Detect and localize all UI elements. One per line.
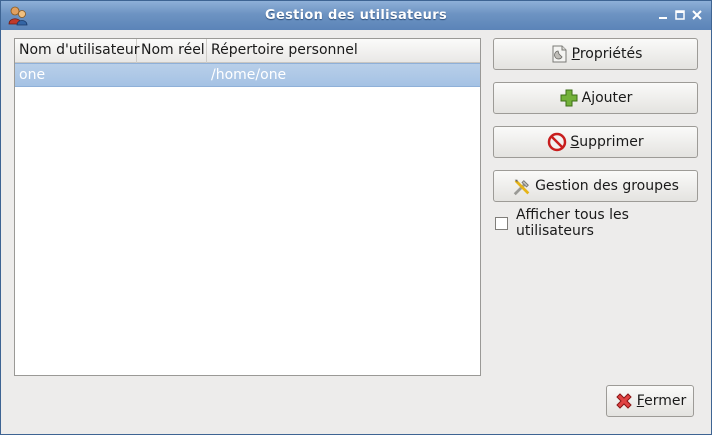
manage-groups-button[interactable]: Gestion des groupes — [493, 170, 698, 202]
groups-tools-icon — [512, 176, 532, 196]
dialog-body: Nom d'utilisateur Nom réel Répertoire pe… — [1, 30, 711, 434]
column-header-realname[interactable]: Nom réel — [137, 39, 207, 63]
add-label: Ajouter — [581, 90, 633, 106]
delete-label: Supprimer — [570, 134, 644, 150]
maximize-icon[interactable] — [674, 9, 686, 21]
add-icon — [559, 88, 579, 108]
cell-realname — [137, 64, 207, 86]
properties-label: Propriétés — [571, 46, 643, 62]
show-all-users-label: Afficher tous les utilisateurs — [515, 207, 629, 239]
close-label: Fermer — [636, 393, 687, 409]
properties-button[interactable]: Propriétés — [493, 38, 698, 70]
window-title: Gestion des utilisateurs — [265, 8, 447, 23]
title-bar[interactable]: Gestion des utilisateurs — [1, 1, 711, 30]
cell-username: one — [19, 67, 46, 83]
users-window: Gestion des utilisateurs Nom d'utilisate… — [0, 0, 712, 435]
column-header-home[interactable]: Répertoire personnel — [207, 39, 480, 63]
table-row[interactable]: one /home/one — [15, 63, 480, 87]
properties-icon — [549, 44, 569, 64]
minimize-icon[interactable] — [657, 9, 669, 21]
delete-button[interactable]: Supprimer — [493, 126, 698, 158]
close-icon[interactable] — [691, 9, 703, 21]
show-all-users-checkbox[interactable] — [495, 216, 508, 230]
manage-groups-label: Gestion des groupes — [535, 178, 679, 194]
delete-icon — [547, 132, 567, 152]
users-list[interactable]: Nom d'utilisateur Nom réel Répertoire pe… — [14, 38, 481, 376]
show-all-users-toggle[interactable]: Afficher tous les utilisateurs — [495, 207, 711, 239]
column-header-username[interactable]: Nom d'utilisateur — [15, 39, 140, 63]
list-header: Nom d'utilisateur Nom réel Répertoire pe… — [15, 39, 480, 63]
close-button[interactable]: Fermer — [606, 385, 694, 417]
cell-home: /home/one — [211, 67, 287, 83]
close-red-icon — [614, 391, 634, 411]
add-button[interactable]: Ajouter — [493, 82, 698, 114]
